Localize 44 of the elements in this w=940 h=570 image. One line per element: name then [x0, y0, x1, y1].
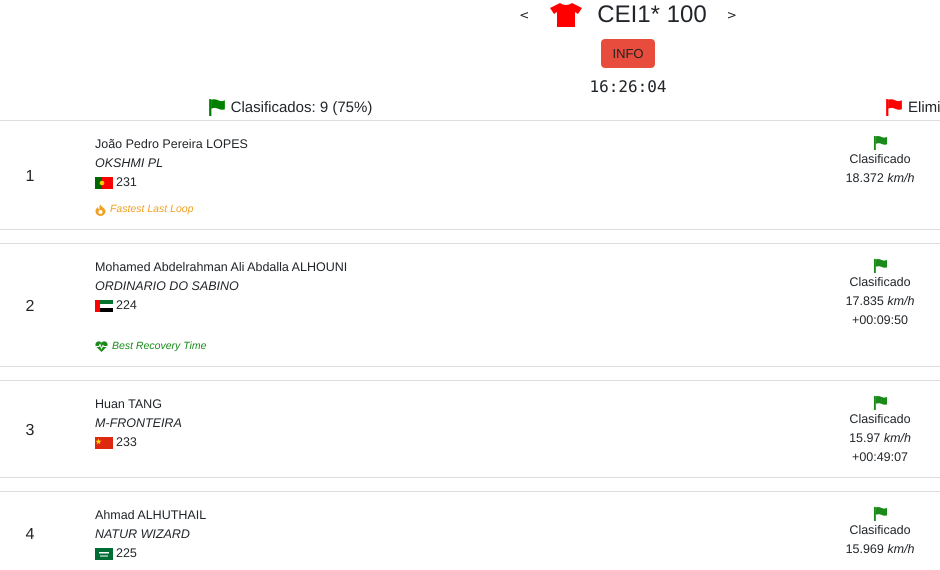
bib-number: 224	[116, 297, 137, 314]
shirt-icon	[549, 2, 584, 28]
flame-icon	[95, 204, 106, 216]
heart-pulse-icon	[95, 341, 108, 352]
speed: 17.835 km/h	[846, 293, 914, 310]
speed: 18.372 km/h	[846, 170, 914, 187]
horse-name: OKSHMI PL	[95, 155, 164, 172]
award-label: Best Recovery Time	[112, 339, 206, 354]
status-label: Clasificado	[849, 151, 911, 168]
rider-name: João Pedro Pereira LOPES	[95, 136, 249, 153]
flag-icon	[872, 258, 888, 273]
rank: 3	[26, 422, 34, 440]
horse-name: M-FRONTEIRA	[95, 415, 183, 432]
bib-number: 231	[116, 174, 137, 191]
rank: 2	[26, 298, 34, 316]
flag-icon	[872, 506, 888, 521]
flag-icon	[872, 135, 888, 150]
previous-link[interactable]: <	[513, 8, 536, 22]
award-label: Fastest Last Loop	[110, 202, 194, 217]
status-label: Clasificado	[849, 274, 911, 291]
horse-name: NATUR WIZARD	[95, 526, 191, 543]
next-link[interactable]: >	[720, 8, 743, 22]
time-gap: +00:09:50	[852, 312, 908, 329]
horse-name: ORDINARIO DO SABINO	[95, 278, 240, 295]
rider-name: Ahmad ALHUTHAIL	[95, 507, 208, 524]
flag-icon	[885, 98, 903, 116]
rider-name: Huan TANG	[95, 396, 163, 413]
stat-label: Clasificados: 9 (75%)	[230, 98, 372, 116]
clock: 16:26:04	[589, 77, 667, 96]
time-gap: +00:49:07	[852, 449, 908, 466]
rank: 1	[26, 168, 34, 186]
rider-name: Mohamed Abdelrahman Ali Abdalla ALHOUNI	[95, 259, 348, 276]
bib-number: 225	[116, 545, 137, 562]
status-label: Clasificado	[849, 522, 911, 539]
stat-label: Elimi	[908, 98, 940, 116]
race-title: CEI1* 100	[597, 1, 707, 29]
info-button[interactable]: INFO	[601, 39, 655, 68]
flag-icon	[872, 395, 888, 410]
status-label: Clasificado	[849, 411, 911, 428]
bib-number: 233	[116, 434, 137, 451]
speed: 15.97 km/h	[849, 430, 911, 447]
speed: 15.969 km/h	[846, 541, 914, 558]
rank: 4	[26, 526, 34, 544]
flag-icon	[208, 98, 226, 116]
